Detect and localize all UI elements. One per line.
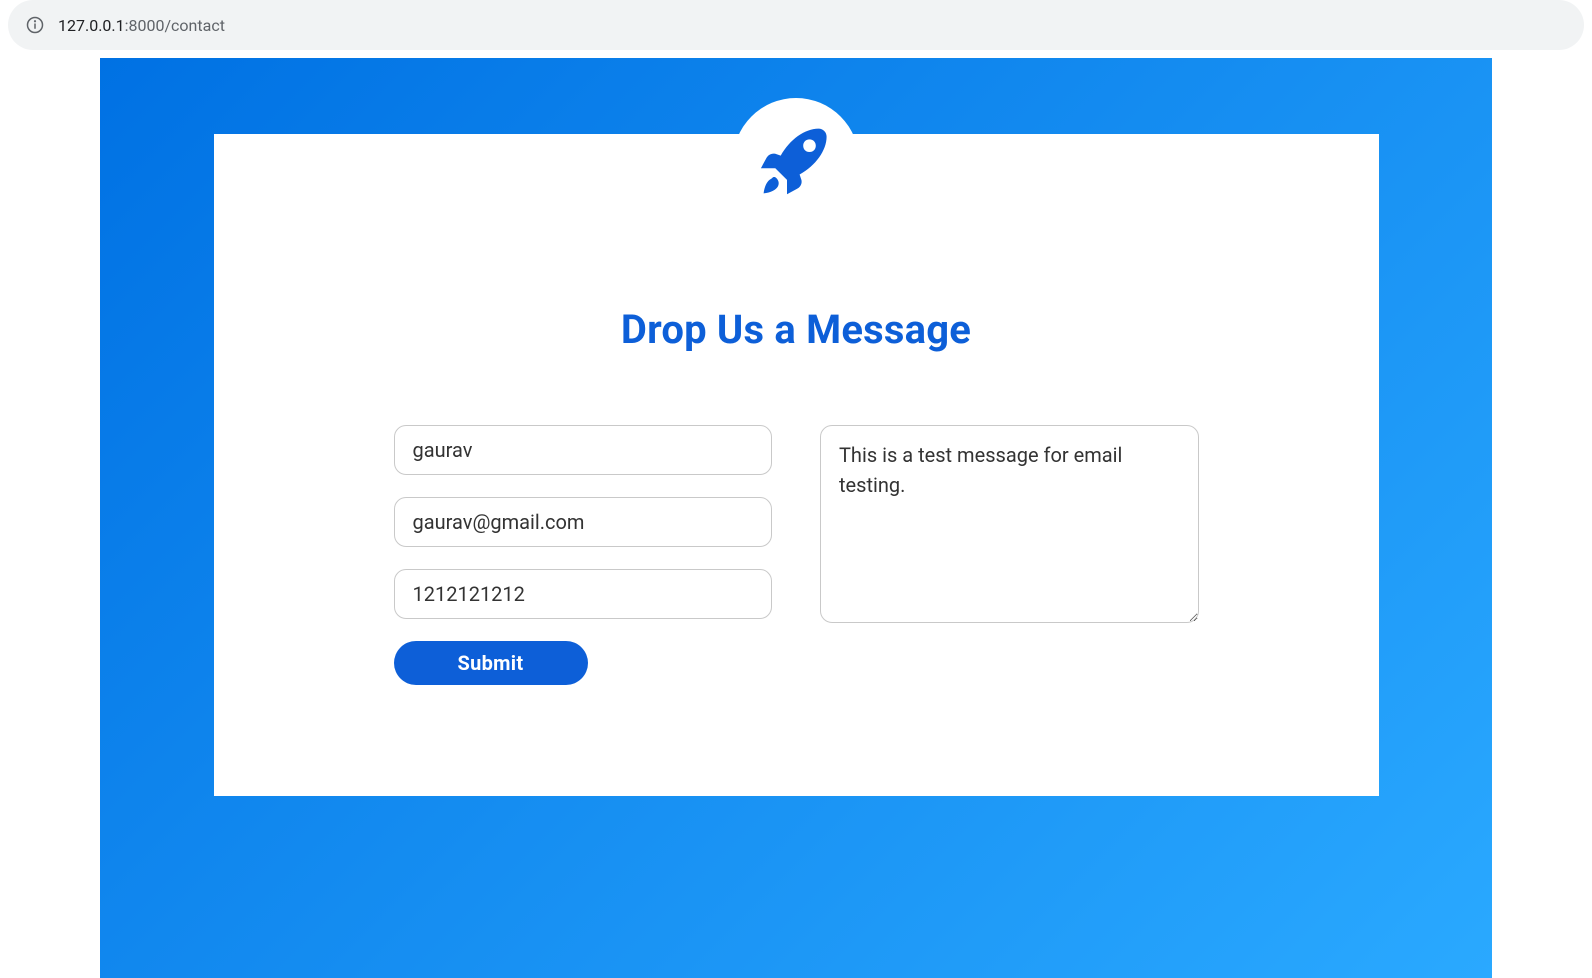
- rocket-icon: [751, 116, 841, 206]
- contact-card: Drop Us a Message Submit This is a test …: [214, 134, 1379, 796]
- email-input[interactable]: [394, 497, 773, 547]
- hero-background: Drop Us a Message Submit This is a test …: [100, 58, 1492, 978]
- page-viewport: Drop Us a Message Submit This is a test …: [0, 58, 1592, 978]
- url-text: 127.0.0.1:8000/contact: [58, 16, 225, 35]
- url-path: :8000/contact: [125, 16, 225, 35]
- logo-badge: [733, 98, 859, 224]
- name-input[interactable]: [394, 425, 773, 475]
- form-left-column: Submit: [394, 425, 773, 685]
- submit-button[interactable]: Submit: [394, 641, 588, 685]
- browser-address-bar[interactable]: 127.0.0.1:8000/contact: [8, 0, 1584, 50]
- phone-input[interactable]: [394, 569, 773, 619]
- form-right-column: This is a test message for email testing…: [820, 425, 1199, 685]
- contact-form: Submit This is a test message for email …: [214, 425, 1379, 685]
- message-textarea[interactable]: This is a test message for email testing…: [820, 425, 1199, 623]
- url-host: 127.0.0.1: [58, 16, 125, 35]
- page-title: Drop Us a Message: [214, 306, 1379, 353]
- info-icon: [26, 16, 44, 34]
